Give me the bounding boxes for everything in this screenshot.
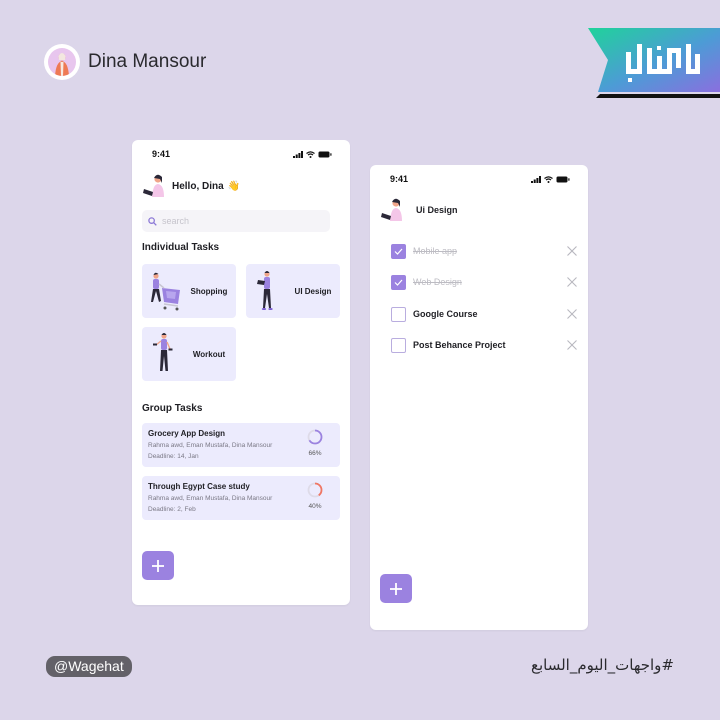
profile-avatar [44,44,80,80]
social-handle: @Wagehat [46,656,132,677]
dumbbell-workout-illustration-icon [142,327,182,381]
detail-title: Ui Design [416,205,458,215]
close-icon[interactable] [566,308,578,320]
plus-icon [390,582,402,595]
status-time: 9:41 [390,174,409,184]
todo-item: Google Course [391,306,578,322]
todo-checkbox[interactable] [391,337,406,353]
progress-ring: 40% [304,482,326,510]
woman-laptop-avatar-icon [142,173,168,199]
close-icon[interactable] [566,276,578,288]
plus-icon [152,559,164,572]
greeting-text: Hello, Dina [172,180,224,192]
woman-laptop-avatar-icon [380,197,406,223]
task-label: Workout [192,349,226,359]
search-icon [148,216,157,226]
progress-ring-icon [307,482,323,498]
profile-header: Dina Mansour [44,44,206,80]
group-tasks-title: Group Tasks [142,403,203,414]
task-card-workout[interactable]: Workout [142,327,236,381]
progress-ring: 66% [304,429,326,457]
profile-name: Dina Mansour [88,51,207,72]
progress-percent: 40% [308,503,322,510]
signal-icon [293,150,303,158]
status-time: 9:41 [152,149,171,159]
checkmark-icon [394,279,403,286]
task-label: Shopping [190,286,228,296]
todo-text: Web Design [413,277,462,287]
hashtag: #واجهات_اليوم_السابع [530,656,674,674]
close-icon[interactable] [566,339,578,351]
home-screen: 9:41 Hello, Dina 👋 Individual Tasks [132,140,350,605]
todo-text: Google Course [413,309,478,319]
todo-text: Post Behance Project [413,340,506,350]
progress-percent: 66% [308,450,322,457]
greeting: Hello, Dina 👋 [142,173,240,199]
checkmark-icon [394,248,403,255]
shopping-cart-illustration-icon [142,264,182,318]
group-task-card[interactable]: Grocery App Design Rahma awd, Eman Musta… [142,423,340,467]
todo-checkbox[interactable] [391,243,406,259]
todo-text: Mobile app [413,246,458,256]
task-card-ui-design[interactable]: UI Design [246,264,340,318]
battery-icon [556,176,570,182]
wifi-icon [306,150,315,158]
todo-item: Mobile app [391,243,578,259]
task-card-shopping[interactable]: Shopping [142,264,236,318]
group-task-card[interactable]: Through Egypt Case study Rahma awd, Eman… [142,476,340,520]
progress-ring-icon [307,429,323,445]
task-detail-screen: 9:41 Ui Design Mobile app Web Design Googl… [370,165,588,630]
woman-avatar-icon [48,48,76,76]
todo-item: Post Behance Project [391,337,578,353]
wifi-icon [544,175,553,183]
search-input[interactable] [162,216,322,226]
close-icon[interactable] [566,245,578,257]
status-bar: 9:41 [132,148,350,160]
status-bar: 9:41 [370,173,588,185]
search-bar[interactable] [142,210,330,232]
waving-hand-icon: 👋 [227,180,241,192]
individual-tasks-title: Individual Tasks [142,242,220,253]
signal-icon [531,175,541,183]
battery-icon [318,151,332,157]
todo-item: Web Design [391,274,578,290]
wagehat-logo-icon [588,28,720,100]
tablet-designer-illustration-icon [246,264,286,318]
detail-header: Ui Design [380,197,458,223]
todo-checkbox[interactable] [391,306,406,322]
task-label: UI Design [294,286,332,296]
todo-checkbox[interactable] [391,274,406,290]
add-task-button[interactable] [142,551,174,580]
add-todo-button[interactable] [380,574,412,603]
